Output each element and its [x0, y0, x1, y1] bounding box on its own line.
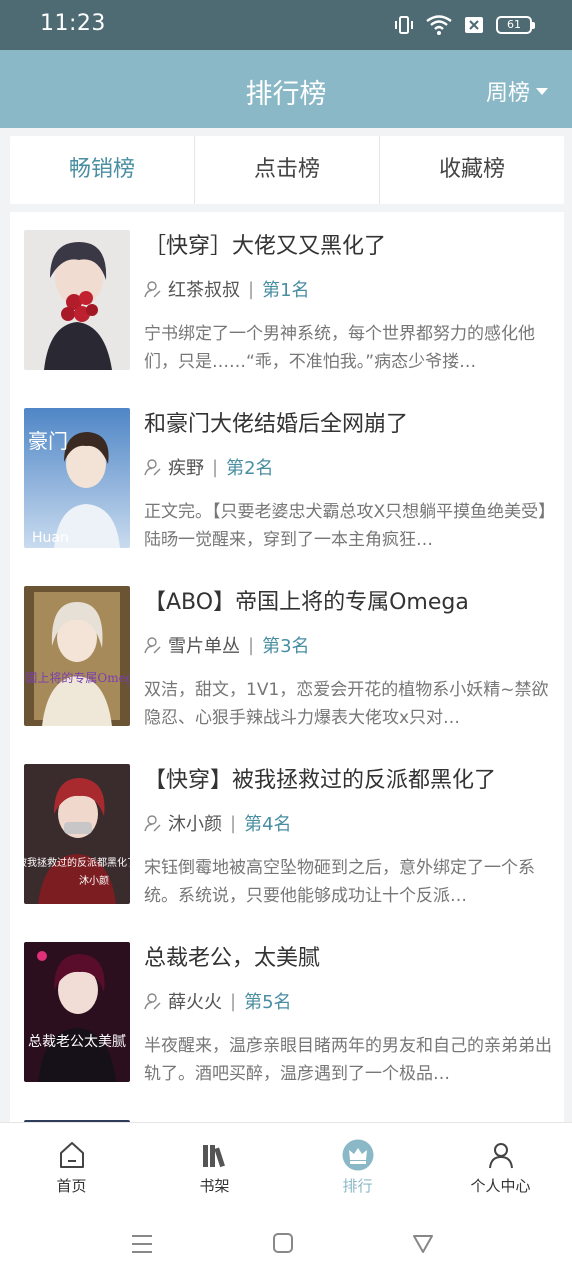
book-meta: 薛火火 | 第5名 [144, 988, 292, 1014]
book-description: 宁书绑定了一个男神系统，每个世界都努力的感化他们，只是……“乖，不准怕我。”病态… [144, 324, 535, 372]
book-cover: 帝国上将的专属Omega [24, 586, 130, 726]
tab-bestseller[interactable]: 畅销榜 [10, 136, 195, 204]
book-list: ［快穿］大佬又又黑化了 红茶叔叔 | 第1名 宁书绑定了一个男神系统，每个世界都… [10, 212, 564, 1122]
nav-label: 首页 [56, 1177, 87, 1195]
home-square-icon[interactable] [272, 1232, 294, 1254]
home-icon [59, 1142, 84, 1168]
book-meta: 疾野 | 第2名 [144, 454, 274, 480]
cover-text: 帝国上将的专属Omega [24, 670, 130, 685]
book-title: ［快穿］大佬又又黑化了 [144, 234, 387, 259]
book-description: 正文完。【只要老婆忠犬霸总攻X只想躺平摸鱼绝美受】陆旸一觉醒来，穿到了一本主角疯… [144, 502, 547, 550]
cover-text: 被我拯救过的反派都黑化了 [24, 856, 130, 869]
book-title: 总裁老公，太美腻 [144, 946, 321, 971]
book-title: 【快穿】被我拯救过的反派都黑化了 [144, 768, 497, 793]
nav-bookshelf[interactable]: 书架 [143, 1123, 286, 1208]
header: 排行榜 周榜 [0, 50, 572, 128]
author-name: 薛火火 [168, 992, 222, 1013]
sim-off-icon [465, 17, 483, 33]
book-item[interactable]: 帝国上将的专属Omega 【ABO】帝国上将的专属Omega 雪片单丛 | 第3… [10, 568, 564, 746]
book-meta: 雪片单丛 | 第3名 [144, 632, 310, 658]
system-nav-bar [0, 1208, 572, 1280]
rank-label: 第4名 [244, 814, 292, 835]
divider: | [248, 278, 255, 300]
book-title: 【ABO】帝国上将的专属Omega [144, 590, 469, 615]
nav-label: 个人中心 [470, 1177, 531, 1195]
book-description: 双洁，甜文，1V1，恋爱会开花的植物系小妖精~禁欲隐忍、心狠手辣战斗力爆表大佬攻… [144, 680, 549, 728]
status-time: 11:23 [40, 11, 106, 36]
book-item[interactable]: ［快穿］大佬又又黑化了 红茶叔叔 | 第1名 宁书绑定了一个男神系统，每个世界都… [10, 212, 564, 390]
crown-icon [342, 1139, 373, 1171]
vibrate-icon [395, 16, 413, 34]
book-item[interactable]: 被我拯救过的反派都黑化了 沐小颜 【快穿】被我拯救过的反派都黑化了 沐小颜 | … [10, 746, 564, 924]
author-name: 雪片单丛 [168, 636, 240, 657]
book-cover: 被我拯救过的反派都黑化了 沐小颜 [24, 764, 130, 904]
book-item-partial[interactable] [10, 1102, 564, 1122]
rank-label: 第2名 [226, 458, 274, 479]
book-meta: 红茶叔叔 | 第1名 [144, 276, 310, 302]
nav-label: 书架 [199, 1177, 230, 1195]
bookshelf-icon [202, 1145, 225, 1168]
bottom-nav: 首页 书架 排行 个人中心 [0, 1122, 572, 1208]
book-item[interactable]: 豪门 Huan 和豪门大佬结婚后全网崩了 疾野 | 第2名 正文完。【只要老婆忠… [10, 390, 564, 568]
divider: | [230, 812, 237, 834]
nav-home[interactable]: 首页 [0, 1123, 143, 1208]
author-name: 沐小颜 [168, 814, 222, 835]
back-triangle-icon[interactable] [412, 1232, 434, 1254]
user-icon [488, 1143, 513, 1169]
rank-label: 第1名 [262, 280, 310, 301]
period-dropdown[interactable]: 周榜 [486, 75, 548, 107]
author-icon [144, 281, 161, 298]
author-icon [144, 815, 161, 832]
divider: | [212, 456, 219, 478]
cover-subtext: 沐小颜 [79, 874, 109, 887]
author-name: 红茶叔叔 [168, 280, 240, 301]
divider: | [230, 990, 237, 1012]
book-cover: 总裁老公太美腻 [24, 942, 130, 1082]
battery-icon: 61 [496, 16, 535, 34]
cover-text: 总裁老公太美腻 [28, 1034, 126, 1050]
cover-subtext: Huan [32, 530, 69, 546]
caret-down-icon [536, 87, 548, 95]
divider: | [248, 634, 255, 656]
author-icon [144, 993, 161, 1010]
nav-label: 排行 [342, 1177, 373, 1195]
author-icon [144, 637, 161, 654]
period-label: 周榜 [485, 81, 530, 106]
book-title: 和豪门大佬结婚后全网崩了 [144, 412, 409, 437]
author-name: 疾野 [168, 458, 204, 479]
book-meta: 沐小颜 | 第4名 [144, 810, 292, 836]
cover-text: 豪门 [28, 429, 68, 453]
book-description: 半夜醒来，温彦亲眼目睹两年的男友和自己的亲弟弟出轨了。酒吧买醉，温彦遇到了一个极… [144, 1036, 552, 1084]
menu-icon[interactable] [130, 1232, 154, 1256]
status-bar: 11:23 61 [0, 0, 572, 50]
book-item[interactable]: 总裁老公太美腻 总裁老公，太美腻 薛火火 | 第5名 半夜醒来，温彦亲眼目睹两年… [10, 924, 564, 1102]
book-cover [24, 230, 130, 370]
tab-clicks[interactable]: 点击榜 [195, 136, 380, 204]
tab-favorites[interactable]: 收藏榜 [380, 136, 564, 204]
rank-label: 第3名 [262, 636, 310, 657]
nav-profile[interactable]: 个人中心 [429, 1123, 572, 1208]
book-description: 宋钰倒霉地被高空坠物砸到之后，意外绑定了一个系统。系统说，只要他能够成功让十个反… [144, 858, 535, 906]
nav-ranking[interactable]: 排行 [286, 1123, 429, 1208]
ranking-tabs: 畅销榜 点击榜 收藏榜 [10, 136, 564, 204]
author-icon [144, 459, 161, 476]
book-cover: 豪门 Huan [24, 408, 130, 548]
status-icons: 61 [394, 14, 535, 36]
rank-label: 第5名 [244, 992, 292, 1013]
wifi-icon [426, 15, 452, 35]
